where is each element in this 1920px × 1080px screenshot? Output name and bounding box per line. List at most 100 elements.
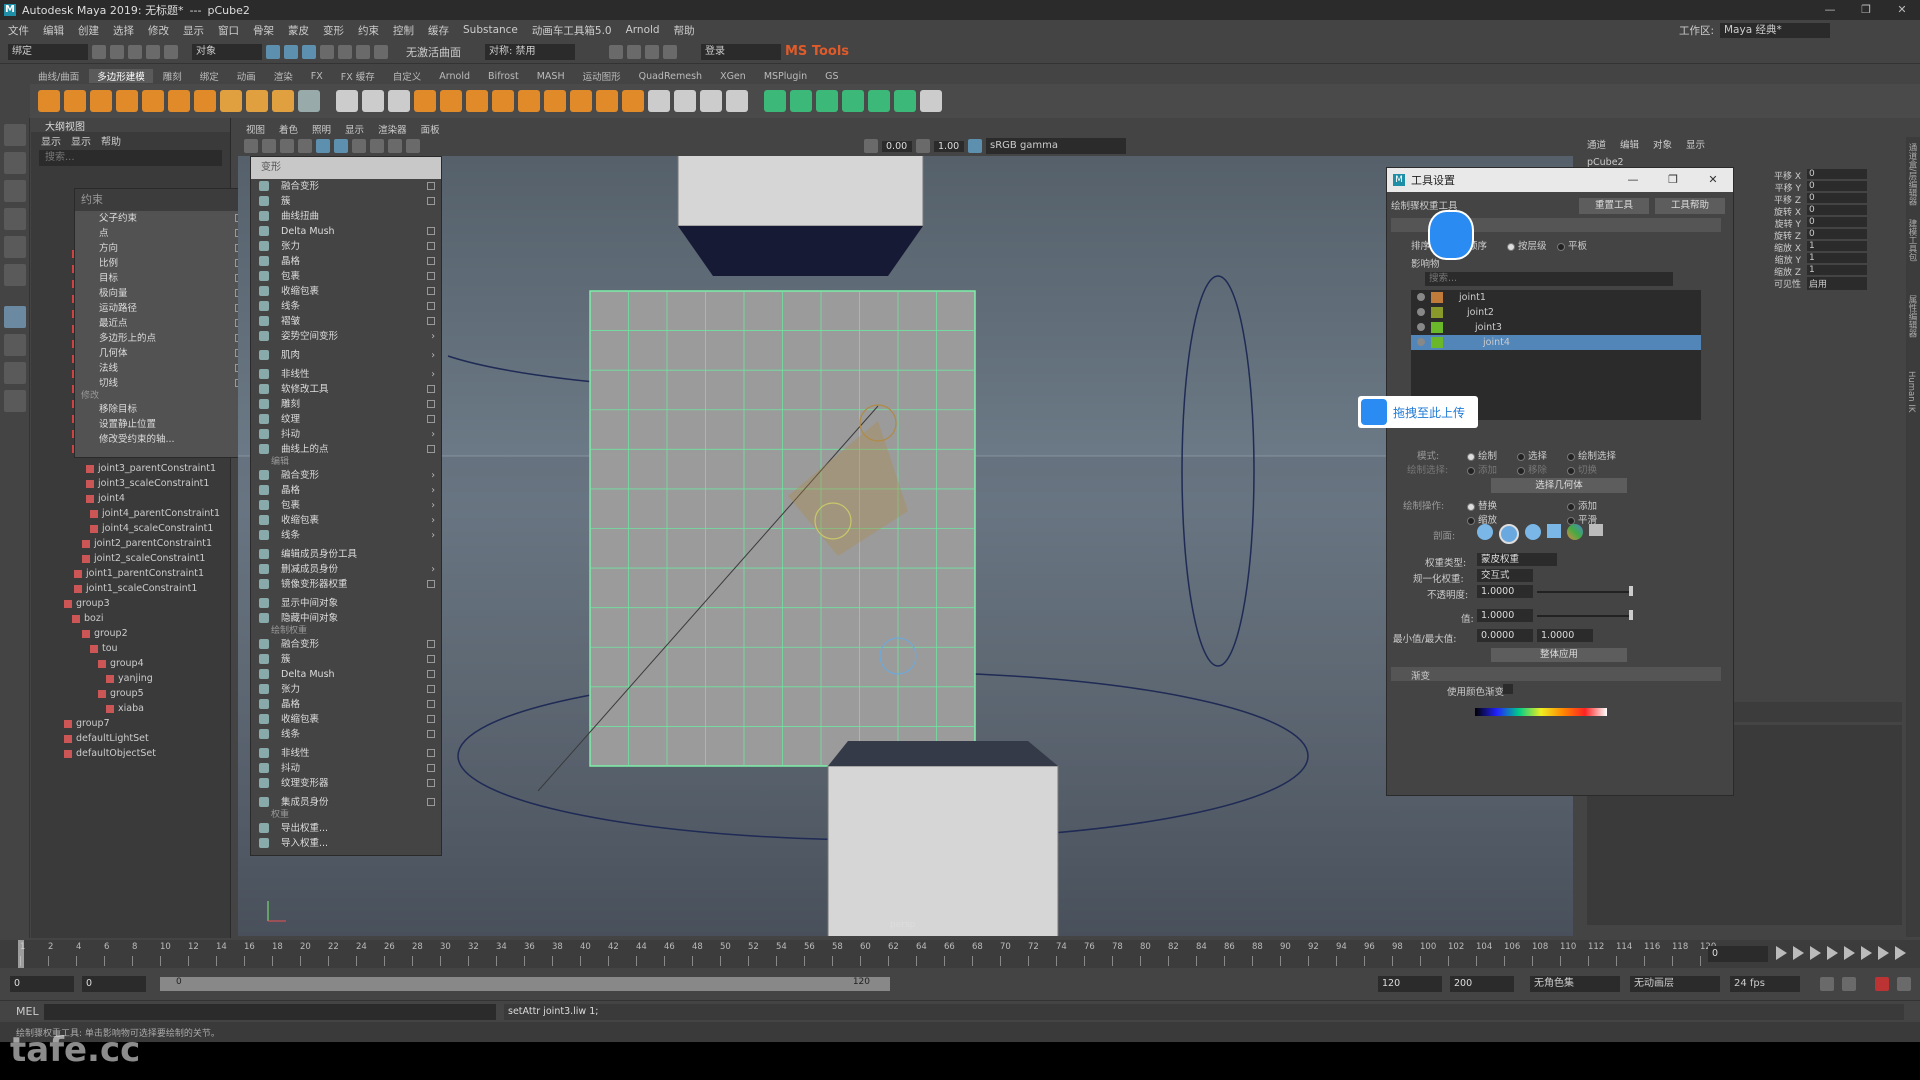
deform-menu-item[interactable]: 晶格 › [251, 483, 441, 498]
shelf-tab-8[interactable]: 自定义 [385, 69, 430, 83]
outliner-item[interactable]: bozi [72, 613, 103, 625]
shelf-tab-1[interactable]: 多边形建模 [89, 69, 153, 83]
snap-grid-icon[interactable] [320, 44, 334, 59]
menu-0[interactable]: 文件 [8, 23, 29, 38]
deform-menu-item[interactable]: 集成员身份 [251, 795, 441, 810]
constraint-menu-item[interactable]: 比例 [75, 256, 249, 271]
deform-menu-item[interactable]: 曲线上的点 [251, 442, 441, 457]
constraint-menu-item[interactable]: 方向 [75, 241, 249, 256]
opacity-slider-track[interactable] [1537, 591, 1632, 593]
render-icon[interactable] [609, 44, 623, 59]
exposure-icon[interactable] [864, 139, 878, 153]
deform-menu-item[interactable]: 张力 [251, 682, 441, 697]
option-box-icon[interactable] [427, 640, 435, 648]
constraint-menu-item[interactable]: 切线 [75, 376, 249, 391]
workspace-dropdown[interactable]: Maya 经典* [1720, 22, 1830, 38]
influence-color-icon[interactable] [1431, 322, 1443, 333]
shelf-tool-icon-20[interactable] [570, 90, 592, 112]
op-add-radio[interactable]: 添加 [1567, 498, 1597, 512]
outliner-item[interactable]: joint2_scaleConstraint1 [82, 553, 205, 565]
outliner-item[interactable]: joint3_scaleConstraint1 [86, 478, 209, 490]
mode-paint-radio[interactable]: 绘制 [1467, 448, 1497, 462]
channel-row[interactable]: 缩放 Z1 [1757, 265, 1867, 278]
deform-menu-item[interactable]: 非线性 › [251, 367, 441, 382]
character-set-dropdown[interactable]: 无角色集 [1530, 976, 1620, 992]
weight-type-dropdown[interactable]: 蒙皮权重 [1477, 553, 1557, 566]
influence-search-input[interactable]: 搜索... [1425, 272, 1673, 286]
outliner-search-input[interactable]: 搜索... [39, 150, 222, 166]
menu-15[interactable]: Arnold [626, 24, 660, 36]
skip-end-icon[interactable] [1895, 946, 1906, 960]
outliner-item[interactable]: tou [90, 643, 118, 655]
outliner-item[interactable]: group4 [98, 658, 144, 670]
shelf-tab-16[interactable]: GS [817, 71, 846, 82]
play-back-icon[interactable] [1827, 946, 1838, 960]
menu-12[interactable]: 缓存 [428, 23, 449, 38]
shelf-tool-icon-32[interactable] [894, 90, 916, 112]
shelf-tool-icon-0[interactable] [38, 90, 60, 112]
side-tab[interactable]: 建模工具包 [1906, 219, 1918, 289]
outliner-item[interactable]: joint4 [86, 493, 125, 505]
deform-menu-item[interactable]: Delta Mush [251, 667, 441, 682]
influence-row[interactable]: joint2 [1411, 305, 1701, 320]
menu-9[interactable]: 变形 [323, 23, 344, 38]
layout-two-icon[interactable] [4, 362, 26, 384]
channel-value[interactable]: 启用 [1807, 277, 1867, 290]
exposure-field[interactable]: 0.00 [882, 140, 912, 152]
shelf-tool-icon-25[interactable] [700, 90, 722, 112]
paint-select-toggle-radio[interactable]: 切换 [1567, 462, 1597, 476]
open-scene-icon[interactable] [110, 44, 124, 59]
outliner-item[interactable]: joint4_parentConstraint1 [90, 508, 220, 520]
symmetry-dropdown[interactable]: 对称: 禁用 [485, 43, 575, 60]
image-plane-icon[interactable] [280, 139, 294, 153]
deform-menu-item[interactable]: 晶格 [251, 697, 441, 712]
shelf-tool-icon-2[interactable] [90, 90, 112, 112]
shelf-tool-icon-27[interactable] [764, 90, 786, 112]
xray-icon[interactable] [406, 139, 420, 153]
side-tab[interactable]: 通道盒/层编辑器 [1906, 143, 1918, 213]
value-field[interactable]: 1.0000 [1477, 609, 1533, 622]
deform-menu-item[interactable]: 纹理变形器 [251, 776, 441, 791]
constraint-modify-item[interactable]: 修改受约束的轴... [75, 432, 249, 447]
anim-prefs-icon[interactable] [1897, 977, 1911, 991]
outliner-layout-icon[interactable] [4, 390, 26, 412]
option-box-icon[interactable] [427, 764, 435, 772]
deform-menu-item[interactable]: 纹理 [251, 412, 441, 427]
option-box-icon[interactable] [427, 182, 435, 190]
shelf-tool-icon-6[interactable] [194, 90, 216, 112]
deform-menu-item[interactable]: 褶皱 [251, 314, 441, 329]
shelf-tab-15[interactable]: MSPlugin [756, 71, 815, 82]
deform-menu-item[interactable]: 镜像变形器权重 [251, 577, 441, 592]
menu-set-dropdown[interactable]: 绑定 [8, 43, 88, 60]
deform-menu-item[interactable]: 抖动 [251, 761, 441, 776]
deform-menu-item[interactable]: 非线性 [251, 746, 441, 761]
dialog-close-button[interactable]: ✕ [1693, 168, 1733, 192]
deform-menu-item[interactable]: 显示中间对象 [251, 596, 441, 611]
option-box-icon[interactable] [427, 287, 435, 295]
shelf-tool-icon-19[interactable] [544, 90, 566, 112]
option-box-icon[interactable] [427, 730, 435, 738]
influence-color-icon[interactable] [1431, 307, 1443, 318]
influence-row[interactable]: joint1 [1411, 290, 1701, 305]
outliner-item[interactable]: defaultObjectSet [64, 748, 156, 760]
side-tab[interactable]: 属性编辑器 [1906, 295, 1918, 365]
channel-value[interactable]: 0 [1807, 205, 1867, 215]
influence-row[interactable]: joint3 [1411, 320, 1701, 335]
gradient-section-header[interactable] [1391, 667, 1721, 681]
menu-6[interactable]: 窗口 [218, 23, 239, 38]
shelf-tool-icon-15[interactable] [440, 90, 462, 112]
mstools-logo[interactable]: MS Tools [785, 44, 849, 59]
shadows-icon[interactable] [388, 139, 402, 153]
option-box-icon[interactable] [427, 242, 435, 250]
anim-end-field[interactable]: 200 [1450, 976, 1514, 992]
time-slider[interactable]: 1246810121416182022242628303234363840424… [0, 940, 1920, 968]
range-slider[interactable]: 0 120 [160, 977, 890, 991]
shelf-tab-9[interactable]: Arnold [431, 71, 478, 82]
option-box-icon[interactable] [427, 227, 435, 235]
deform-menu-item[interactable]: 收缩包裹 › [251, 513, 441, 528]
lock-icon[interactable] [1417, 323, 1425, 331]
solid-brush-icon[interactable] [1525, 524, 1541, 540]
play-forward-icon[interactable] [1844, 946, 1855, 960]
max-value-field[interactable]: 1.0000 [1537, 629, 1593, 642]
option-box-icon[interactable] [427, 685, 435, 693]
